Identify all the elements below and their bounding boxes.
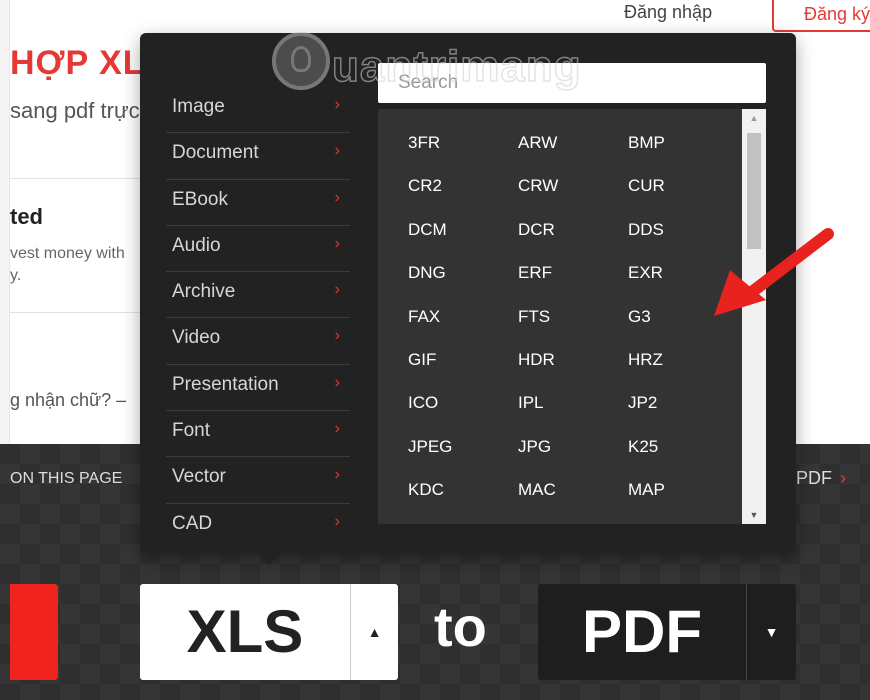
category-label: EBook <box>172 188 228 210</box>
format-option[interactable]: BMP <box>628 133 728 153</box>
caret-up-icon[interactable]: ▲ <box>351 584 398 680</box>
category-item-document[interactable]: Document › <box>166 133 350 180</box>
category-label: Presentation <box>172 373 279 395</box>
chevron-right-icon: › <box>334 512 340 530</box>
chevron-right-icon: › <box>334 188 340 206</box>
format-list-panel: 3FR ARW BMP CR2 CRW CUR DCM DCR DDS DNG ERF EXR FAX F… <box>378 109 766 524</box>
chevron-right-icon: › <box>334 281 340 299</box>
format-option[interactable]: JPG <box>518 437 618 457</box>
chevron-right-icon: › <box>334 373 340 391</box>
format-option[interactable]: GIF <box>408 350 508 370</box>
category-list: Image › Document › EBook › Audio › Archi… <box>166 87 350 550</box>
chevron-right-icon: › <box>334 142 340 160</box>
upload-button[interactable] <box>10 584 58 680</box>
category-item-presentation[interactable]: Presentation › <box>166 365 350 412</box>
format-option[interactable]: JP2 <box>628 393 728 413</box>
pdf-nav-label: PDF <box>796 468 832 488</box>
format-option[interactable]: HDR <box>518 350 618 370</box>
format-option[interactable]: CR2 <box>408 176 508 196</box>
category-item-video[interactable]: Video › <box>166 318 350 365</box>
format-option[interactable]: KDC <box>408 480 508 500</box>
format-option[interactable]: CUR <box>628 176 728 196</box>
signup-button[interactable]: Đăng ký <box>772 0 870 32</box>
chevron-right-icon: › <box>334 234 340 252</box>
caret-down-icon[interactable]: ▼ <box>747 584 796 680</box>
format-option[interactable]: MAP <box>628 480 728 500</box>
category-label: Vector <box>172 466 226 488</box>
format-option[interactable]: K25 <box>628 437 728 457</box>
category-item-font[interactable]: Font › <box>166 411 350 458</box>
pdf-nav-link[interactable]: PDF › <box>796 468 846 489</box>
category-label: Audio <box>172 234 221 256</box>
card-description-line: vest money with <box>10 245 125 262</box>
login-link[interactable]: Đăng nhập <box>624 2 712 23</box>
format-option[interactable]: MAC <box>518 480 618 500</box>
format-option[interactable]: ARW <box>518 133 618 153</box>
category-item-archive[interactable]: Archive › <box>166 272 350 319</box>
category-label: Document <box>172 142 259 164</box>
chevron-right-icon: › <box>334 466 340 484</box>
format-option[interactable]: DNG <box>408 263 508 283</box>
category-label: Font <box>172 420 211 442</box>
card-description: vest money with y. <box>10 243 125 287</box>
divider <box>10 178 150 179</box>
category-item-ebook[interactable]: EBook › <box>166 180 350 226</box>
divider <box>10 312 150 313</box>
format-option[interactable]: ICO <box>408 393 508 413</box>
format-option[interactable]: FAX <box>408 307 508 327</box>
category-label: Video <box>172 327 221 349</box>
format-option[interactable]: DCM <box>408 220 508 240</box>
format-search-input[interactable] <box>378 63 766 103</box>
scroll-down-icon[interactable]: ▼ <box>742 506 766 524</box>
to-label: to <box>434 595 487 658</box>
popup-pointer <box>256 551 282 565</box>
page-subtitle: sang pdf trực <box>10 98 140 123</box>
from-format-label: XLS <box>186 598 304 665</box>
chevron-right-icon: › <box>840 468 846 488</box>
on-this-page-label[interactable]: ON THIS PAGE <box>10 470 122 488</box>
arrow-icon <box>714 228 834 316</box>
to-format-label: PDF <box>582 598 702 665</box>
format-option[interactable]: IPL <box>518 393 618 413</box>
category-item-image[interactable]: Image › <box>166 87 350 134</box>
category-item-cad[interactable]: CAD › <box>166 504 350 550</box>
from-format-selector[interactable]: XLS ▲ <box>140 584 398 680</box>
card-title: ted <box>10 204 43 229</box>
format-option[interactable]: 3FR <box>408 133 508 153</box>
scroll-up-icon[interactable]: ▲ <box>742 109 766 127</box>
format-option[interactable]: HRZ <box>628 350 728 370</box>
chevron-right-icon: › <box>334 96 340 113</box>
format-option[interactable]: CRW <box>518 176 618 196</box>
category-label: Archive <box>172 281 236 303</box>
category-label: CAD <box>172 512 213 534</box>
card-description-line: y. <box>10 267 22 284</box>
format-option[interactable]: JPEG <box>408 437 508 457</box>
format-option[interactable]: FTS <box>518 307 618 327</box>
format-dropdown: Image › Document › EBook › Audio › Archi… <box>140 33 796 553</box>
to-format-selector[interactable]: PDF ▼ <box>538 584 796 680</box>
format-option[interactable]: DCR <box>518 220 618 240</box>
chevron-right-icon: › <box>334 327 340 345</box>
question-link[interactable]: g nhận chữ? – <box>10 390 126 411</box>
category-item-vector[interactable]: Vector › <box>166 457 350 504</box>
chevron-right-icon: › <box>334 420 340 438</box>
format-option[interactable]: ERF <box>518 263 618 283</box>
category-label: Image <box>172 96 225 117</box>
category-item-audio[interactable]: Audio › <box>166 226 350 273</box>
